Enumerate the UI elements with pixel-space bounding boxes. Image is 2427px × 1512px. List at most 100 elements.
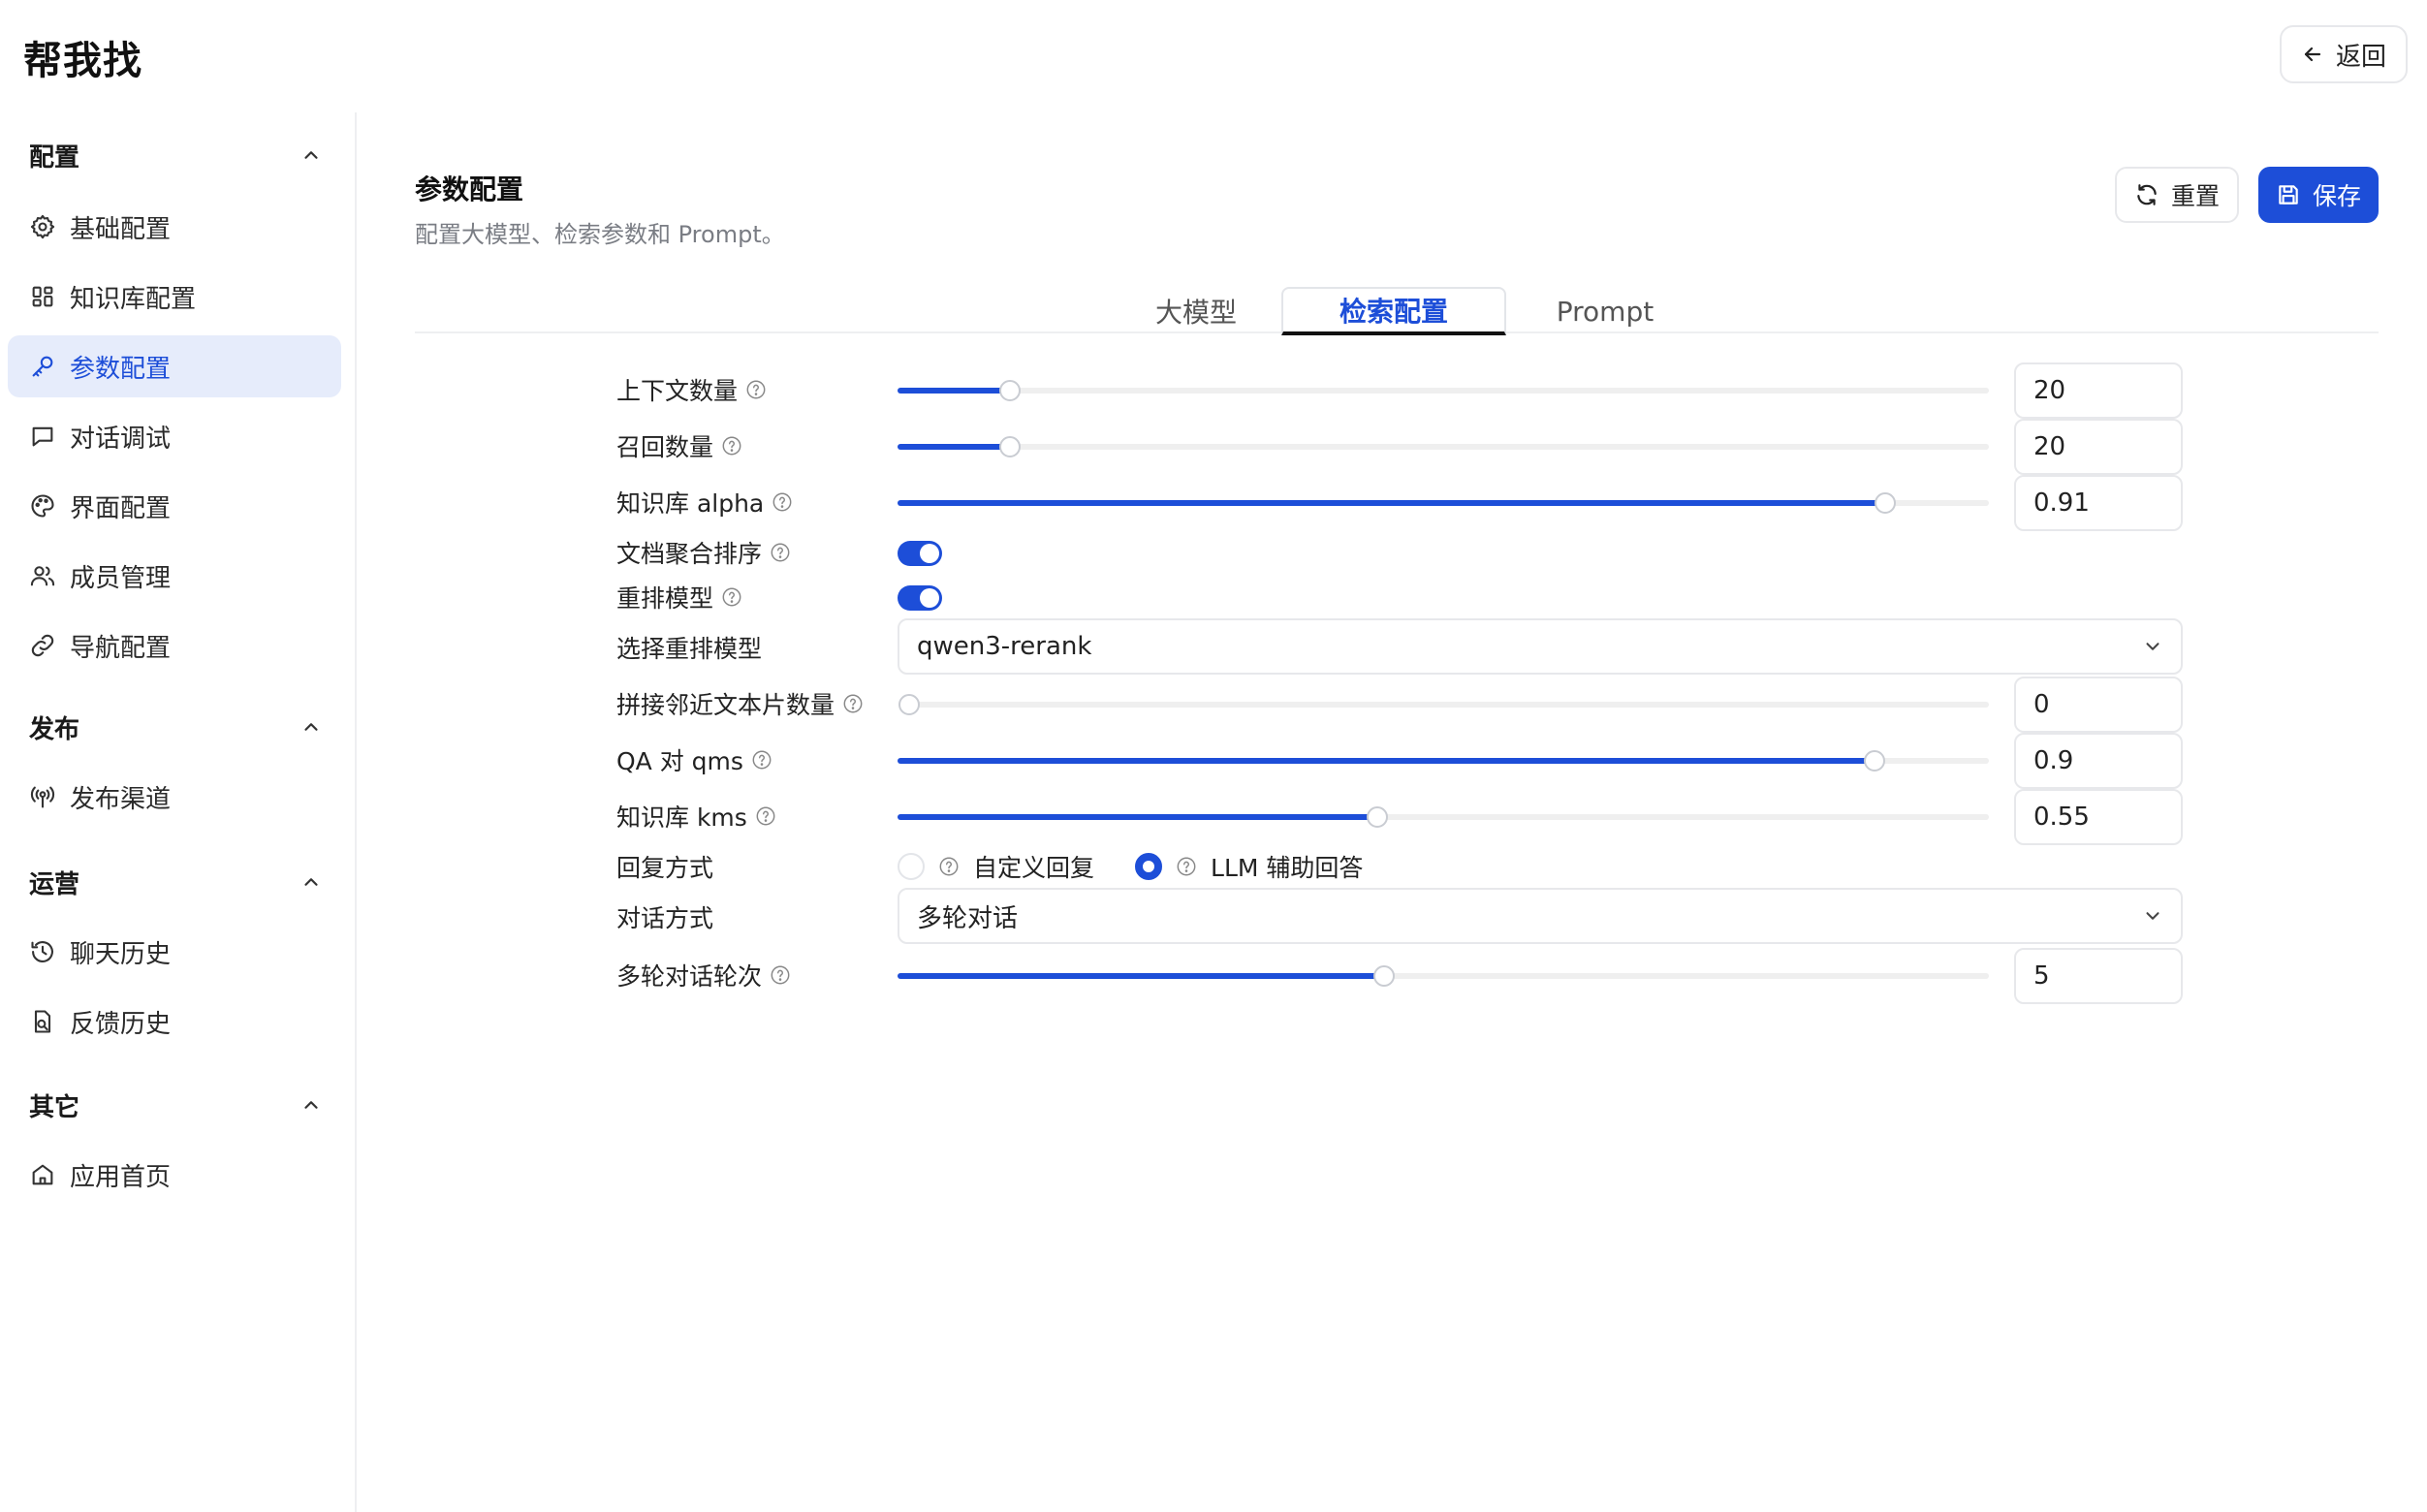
rerank-model-select[interactable]: qwen3-rerank <box>898 618 2183 675</box>
sidebar-item-publish-channel[interactable]: 发布渠道 <box>8 766 341 828</box>
slider-thumb[interactable] <box>1863 750 1885 772</box>
help-icon[interactable] <box>772 491 793 513</box>
slider-fill <box>898 758 1875 764</box>
field-label: 拼接邻近文本片数量 <box>616 691 835 719</box>
field-label: 文档聚合排序 <box>616 540 763 568</box>
sidebar-item-feedback-history[interactable]: 反馈历史 <box>8 991 341 1053</box>
help-icon[interactable] <box>755 805 776 827</box>
help-icon[interactable] <box>721 435 742 457</box>
help-icon[interactable] <box>770 964 791 986</box>
sidebar-item-label: 聊天历史 <box>70 939 172 969</box>
multi-turn-count-label: 多轮对话轮次 <box>616 956 791 994</box>
multi-turn-count-slider[interactable] <box>898 965 1989 987</box>
back-button-label: 返回 <box>2335 42 2386 72</box>
context-count-input[interactable]: 20 <box>2014 362 2183 419</box>
sidebar-item-nav-config[interactable]: 导航配置 <box>8 614 341 677</box>
adjacent-chunks-input[interactable]: 0 <box>2014 677 2183 733</box>
help-icon[interactable] <box>721 586 742 608</box>
slider-thumb[interactable] <box>898 694 920 715</box>
chevron-up-icon <box>300 1094 322 1116</box>
help-icon[interactable] <box>1176 856 1197 877</box>
reply-mode-radio-llm[interactable] <box>1135 853 1163 880</box>
tab-prompt[interactable]: Prompt <box>1508 287 1702 335</box>
home-icon <box>29 1161 56 1188</box>
sidebar-item-member-management[interactable]: 成员管理 <box>8 545 341 607</box>
sidebar-group-title: 发布 <box>29 714 80 744</box>
sidebar-group-other[interactable]: 其它 <box>29 1086 322 1124</box>
slider-thumb[interactable] <box>1373 965 1396 987</box>
chevron-up-icon <box>300 716 322 738</box>
sidebar-item-label: 界面配置 <box>70 493 172 523</box>
adjacent-chunks-slider[interactable] <box>898 694 1989 715</box>
sidebar-item-chat-history[interactable]: 聊天历史 <box>8 921 341 983</box>
field-label: 召回数量 <box>616 433 714 461</box>
save-button[interactable]: 保存 <box>2257 167 2379 223</box>
reset-button-label: 重置 <box>2170 182 2220 210</box>
broadcast-icon <box>29 783 56 810</box>
qa-qms-input[interactable]: 0.9 <box>2014 733 2183 789</box>
sidebar-item-label: 成员管理 <box>70 563 172 593</box>
tab-llm[interactable]: 大模型 <box>1099 287 1293 335</box>
recall-count-label: 召回数量 <box>616 426 742 465</box>
chevron-down-icon <box>2142 905 2163 927</box>
history-icon <box>29 938 56 965</box>
sidebar-item-app-home[interactable]: 应用首页 <box>8 1144 341 1206</box>
kb-kms-slider[interactable] <box>898 806 1989 828</box>
context-count-label: 上下文数量 <box>616 370 767 409</box>
sidebar-item-label: 发布渠道 <box>70 784 172 814</box>
main-panel: 参数配置 配置大模型、检索参数和 Prompt。 重置 保存 大模型 检索配置 … <box>415 155 2379 1512</box>
field-label: 对话方式 <box>616 904 714 932</box>
sidebar-group-publish[interactable]: 发布 <box>29 708 322 746</box>
slider-thumb[interactable] <box>1367 806 1389 828</box>
doc-aggregate-sort-toggle[interactable] <box>898 541 942 566</box>
sidebar-group-operation[interactable]: 运营 <box>29 863 322 901</box>
users-icon <box>29 562 56 589</box>
sidebar-item-param-config[interactable]: 参数配置 <box>8 335 341 397</box>
multi-turn-count-input[interactable]: 5 <box>2014 948 2183 1004</box>
sidebar-item-label: 反馈历史 <box>70 1009 172 1039</box>
tab-retrieval-config[interactable]: 检索配置 <box>1281 287 1506 335</box>
radio-label-llm[interactable]: LLM 辅助回答 <box>1211 849 1363 884</box>
context-count-slider[interactable] <box>898 380 1989 401</box>
chat-icon <box>29 423 56 450</box>
sidebar-group-title: 其它 <box>29 1092 80 1122</box>
sidebar-item-dialog-debug[interactable]: 对话调试 <box>8 405 341 467</box>
rerank-model-toggle[interactable] <box>898 585 942 611</box>
back-button[interactable]: 返回 <box>2279 25 2408 83</box>
select-value: 多轮对话 <box>917 903 1019 933</box>
recall-count-slider[interactable] <box>898 436 1989 457</box>
kb-kms-input[interactable]: 0.55 <box>2014 789 2183 845</box>
sidebar-item-kb-config[interactable]: 知识库配置 <box>8 266 341 328</box>
slider-thumb[interactable] <box>998 380 1021 401</box>
kb-alpha-slider[interactable] <box>898 492 1989 514</box>
reset-button[interactable]: 重置 <box>2114 167 2239 223</box>
sidebar-item-basic-config[interactable]: 基础配置 <box>8 196 341 258</box>
sidebar-item-ui-config[interactable]: 界面配置 <box>8 475 341 537</box>
help-icon[interactable] <box>938 856 960 877</box>
doc-aggregate-sort-label: 文档聚合排序 <box>616 533 791 572</box>
reply-mode-radio-custom[interactable] <box>898 853 925 880</box>
adjacent-chunks-label: 拼接邻近文本片数量 <box>616 684 864 723</box>
help-icon[interactable] <box>751 749 772 771</box>
slider-fill <box>898 814 1378 820</box>
gear-icon <box>29 213 56 240</box>
sidebar-group-config[interactable]: 配置 <box>29 136 322 174</box>
reply-mode-radio-group: 自定义回复 LLM 辅助回答 <box>898 847 1363 886</box>
field-label: QA 对 qms <box>616 747 743 775</box>
feedback-icon <box>29 1008 56 1035</box>
grid-icon <box>29 283 56 310</box>
recall-count-input[interactable]: 20 <box>2014 419 2183 475</box>
slider-thumb[interactable] <box>1875 492 1897 514</box>
field-label: 上下文数量 <box>616 377 739 405</box>
slider-fill <box>898 388 1010 394</box>
radio-label-custom[interactable]: 自定义回复 <box>973 849 1094 884</box>
help-icon[interactable] <box>770 542 791 563</box>
slider-thumb[interactable] <box>998 436 1021 457</box>
help-icon[interactable] <box>745 379 767 400</box>
kb-alpha-input[interactable]: 0.91 <box>2014 475 2183 531</box>
dialog-mode-select[interactable]: 多轮对话 <box>898 888 2183 944</box>
slider-fill <box>898 973 1385 979</box>
help-icon[interactable] <box>842 693 864 714</box>
sidebar-group-title: 运营 <box>29 869 80 899</box>
qa-qms-slider[interactable] <box>898 750 1989 772</box>
